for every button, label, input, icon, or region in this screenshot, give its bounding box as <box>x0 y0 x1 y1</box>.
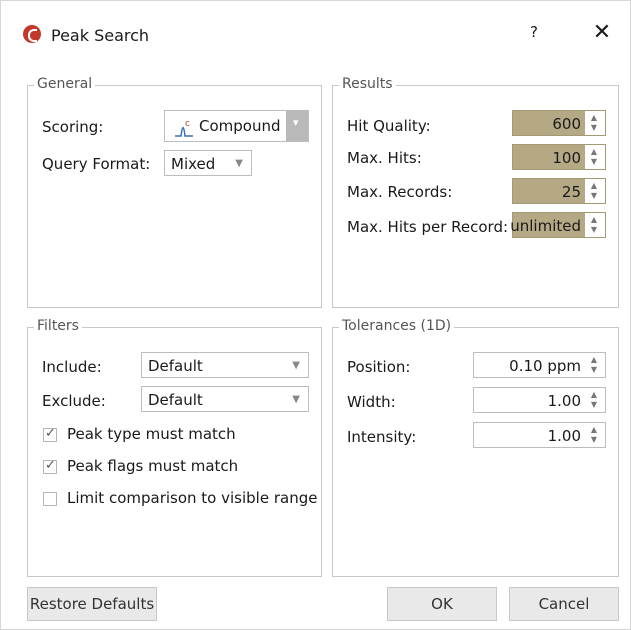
width-label: Width: <box>347 393 396 411</box>
max-hits-label: Max. Hits: <box>347 149 422 167</box>
filters-group: Filters Include: Default ▼ Exclude: Defa… <box>27 318 322 577</box>
limit-range-label: Limit comparison to visible range <box>67 489 318 507</box>
results-group-title: Results <box>339 76 396 92</box>
chevron-down-icon: ▼ <box>235 158 243 169</box>
decrement-arrow-icon[interactable]: ▼ <box>588 225 600 235</box>
increment-arrow-icon[interactable]: ▲ <box>588 425 600 435</box>
restore-defaults-button[interactable]: Restore Defaults <box>27 587 157 621</box>
position-spinbox[interactable]: 0.10 ppm ▲ ▼ <box>473 352 606 378</box>
filters-group-title: Filters <box>34 318 82 334</box>
increment-arrow-icon[interactable]: ▲ <box>588 147 600 157</box>
position-value: 0.10 ppm <box>509 357 581 375</box>
tolerances-group-title: Tolerances (1D) <box>339 318 455 334</box>
increment-arrow-icon[interactable]: ▲ <box>588 181 600 191</box>
max-records-label: Max. Records: <box>347 183 453 201</box>
peak-flags-label: Peak flags must match <box>67 457 239 475</box>
chevron-down-icon: ▼ <box>292 360 300 371</box>
hit-quality-label: Hit Quality: <box>347 117 431 135</box>
intensity-spinbox[interactable]: 1.00 ▲ ▼ <box>473 422 606 448</box>
general-group-title: General <box>34 76 96 92</box>
decrement-arrow-icon[interactable]: ▼ <box>588 123 600 133</box>
help-button[interactable]: ? <box>521 23 547 45</box>
chevron-down-icon: ▼ <box>292 394 300 405</box>
max-records-spinbox[interactable]: 25 ▲ ▼ <box>512 178 606 204</box>
include-value: Default <box>148 357 203 375</box>
position-label: Position: <box>347 358 411 376</box>
width-spinbox[interactable]: 1.00 ▲ ▼ <box>473 387 606 413</box>
decrement-arrow-icon[interactable]: ▼ <box>588 191 600 201</box>
peak-type-label: Peak type must match <box>67 425 236 443</box>
decrement-arrow-icon[interactable]: ▼ <box>588 365 600 375</box>
increment-arrow-icon[interactable]: ▲ <box>588 355 600 365</box>
cancel-button[interactable]: Cancel <box>509 587 619 621</box>
tolerances-group: Tolerances (1D) Position: 0.10 ppm ▲ ▼ W… <box>332 318 619 577</box>
title-bar: Peak Search ? ✕ <box>1 1 630 47</box>
query-format-combo[interactable]: Mixed ▼ <box>164 150 252 176</box>
general-group: General Scoring: c Compound Query Format… <box>27 76 322 308</box>
max-hits-per-record-label: Max. Hits per Record: <box>347 218 509 236</box>
close-button[interactable]: ✕ <box>589 21 615 45</box>
decrement-arrow-icon[interactable]: ▼ <box>588 435 600 445</box>
hit-quality-spinbox[interactable]: 600 ▲ ▼ <box>512 110 606 136</box>
increment-arrow-icon[interactable]: ▲ <box>588 113 600 123</box>
compound-peak-icon: c <box>175 119 193 137</box>
decrement-arrow-icon[interactable]: ▼ <box>588 157 600 167</box>
peak-type-checkbox[interactable] <box>43 426 57 442</box>
scoring-dropdown-arrow-icon[interactable] <box>286 111 308 141</box>
decrement-arrow-icon[interactable]: ▼ <box>588 400 600 410</box>
scoring-combo[interactable]: c Compound <box>164 110 309 142</box>
query-format-value: Mixed <box>171 155 216 173</box>
increment-arrow-icon[interactable]: ▲ <box>588 215 600 225</box>
scoring-label: Scoring: <box>42 118 104 136</box>
max-hits-value: 100 <box>552 149 581 167</box>
max-hits-per-record-value: unlimited <box>510 217 581 235</box>
max-hits-spinbox[interactable]: 100 ▲ ▼ <box>512 144 606 170</box>
exclude-combo[interactable]: Default ▼ <box>141 386 309 412</box>
include-label: Include: <box>42 358 102 376</box>
query-format-label: Query Format: <box>42 155 151 173</box>
limit-range-checkbox[interactable] <box>43 492 57 506</box>
exclude-value: Default <box>148 391 203 409</box>
width-value: 1.00 <box>547 392 581 410</box>
window-title: Peak Search <box>51 26 150 45</box>
scoring-value: Compound <box>199 117 281 135</box>
peak-flags-checkbox[interactable] <box>43 458 57 474</box>
hit-quality-value: 600 <box>552 115 581 133</box>
increment-arrow-icon[interactable]: ▲ <box>588 390 600 400</box>
ok-button[interactable]: OK <box>387 587 497 621</box>
results-group: Results Hit Quality: 600 ▲ ▼ Max. Hits: … <box>332 76 619 308</box>
intensity-label: Intensity: <box>347 428 417 446</box>
include-combo[interactable]: Default ▼ <box>141 352 309 378</box>
exclude-label: Exclude: <box>42 392 106 410</box>
peak-search-dialog: Peak Search ? ✕ General Scoring: c Compo… <box>0 0 631 630</box>
svg-text:c: c <box>185 119 190 129</box>
max-hits-per-record-spinbox[interactable]: unlimited ▲ ▼ <box>510 212 606 238</box>
app-logo-icon <box>23 25 41 43</box>
intensity-value: 1.00 <box>547 427 581 445</box>
max-records-value: 25 <box>561 183 581 201</box>
